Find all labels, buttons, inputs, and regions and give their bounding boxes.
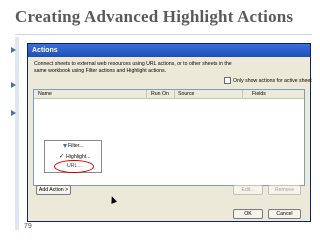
- page-number: 79: [24, 223, 32, 230]
- title-divider: [15, 34, 312, 35]
- ok-button[interactable]: OK: [233, 209, 263, 219]
- active-sheet-checkbox-label: Only show actions for active sheet: [233, 77, 312, 84]
- column-header-name[interactable]: Name: [38, 91, 52, 97]
- column-header-fields[interactable]: Fields: [252, 91, 266, 97]
- table-header: Name Run On Source Fields: [34, 90, 304, 99]
- edit-button[interactable]: Edit...: [233, 185, 263, 195]
- add-action-button[interactable]: Add Action >: [36, 185, 71, 195]
- menu-item-filter-label: Filter...: [68, 143, 84, 149]
- slide-title: Creating Advanced Highlight Actions: [15, 7, 294, 26]
- column-separator: [174, 90, 175, 98]
- checkmark-icon: ✓: [59, 154, 65, 160]
- highlight-callout-circle: [54, 160, 94, 173]
- column-header-run-on[interactable]: Run On: [151, 91, 169, 97]
- bullet-icon: [11, 82, 16, 88]
- cancel-button[interactable]: Cancel: [268, 209, 301, 219]
- actions-dialog: Actions Connect sheets to external web r…: [27, 43, 312, 222]
- filter-icon: [63, 143, 67, 148]
- dialog-description: Connect sheets to external web resources…: [34, 61, 232, 74]
- active-sheet-checkbox-row[interactable]: Only show actions for active sheet: [224, 77, 312, 84]
- menu-item-filter[interactable]: Filter...: [63, 143, 84, 149]
- active-sheet-checkbox[interactable]: [224, 77, 231, 84]
- column-separator: [146, 90, 147, 98]
- column-separator: [242, 90, 243, 98]
- bullet-icon: [11, 110, 16, 116]
- column-header-source[interactable]: Source: [178, 91, 194, 97]
- left-accent-bar: [15, 37, 19, 230]
- dialog-title: Actions: [32, 47, 58, 54]
- remove-button[interactable]: Remove: [268, 185, 301, 195]
- bullet-icon: [11, 47, 16, 53]
- dialog-titlebar: Actions: [28, 44, 310, 57]
- menu-item-highlight[interactable]: ✓ Highlight...: [59, 153, 91, 160]
